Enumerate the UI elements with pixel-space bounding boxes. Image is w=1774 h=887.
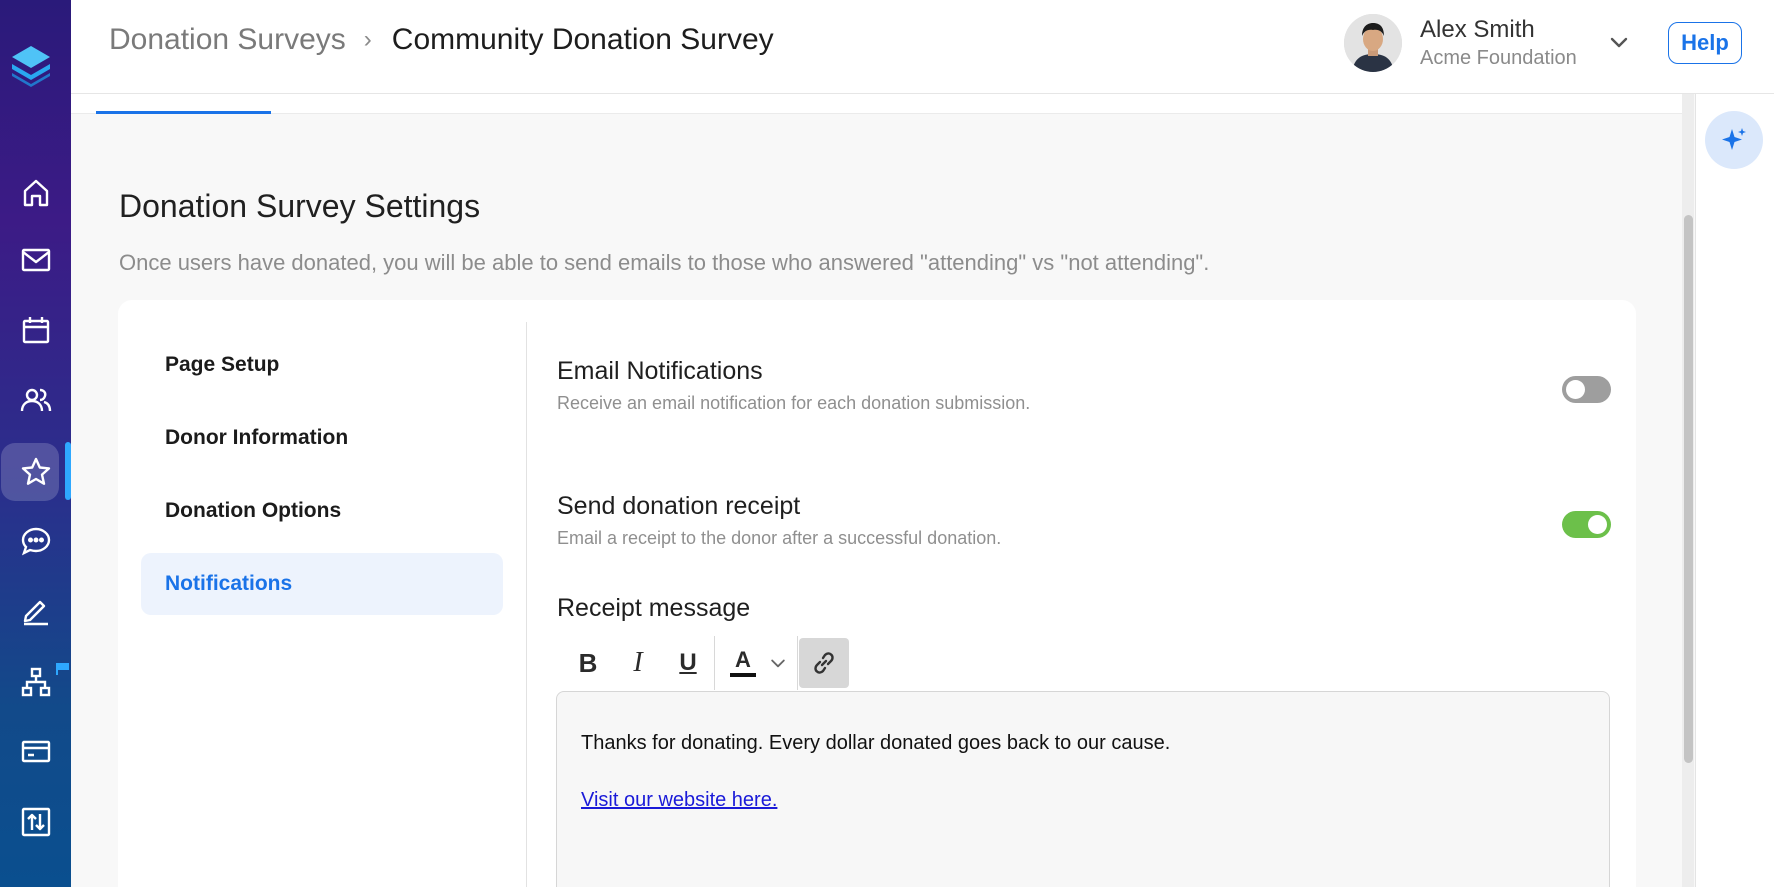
settings-menu-donation-options[interactable]: Donation Options bbox=[141, 480, 503, 542]
star-icon bbox=[21, 457, 50, 485]
active-tab-indicator bbox=[96, 111, 271, 114]
user-organization: Acme Foundation bbox=[1420, 47, 1577, 69]
user-avatar[interactable] bbox=[1344, 14, 1402, 72]
nav-transfer[interactable] bbox=[0, 792, 71, 852]
email-notifications-toggle[interactable] bbox=[1562, 376, 1611, 403]
breadcrumb-separator: › bbox=[363, 26, 372, 53]
link-icon bbox=[814, 652, 834, 674]
edit-icon bbox=[23, 600, 48, 626]
italic-button[interactable]: I bbox=[613, 638, 663, 688]
send-receipt-title: Send donation receipt bbox=[557, 492, 801, 520]
page-title: Donation Survey Settings bbox=[119, 188, 481, 224]
org-chart-icon bbox=[21, 667, 50, 697]
chevron-down-icon bbox=[771, 659, 785, 668]
italic-icon: I bbox=[633, 647, 643, 678]
text-color-swatch bbox=[730, 673, 756, 677]
bold-button[interactable]: B bbox=[563, 638, 613, 688]
avatar-image bbox=[1344, 14, 1402, 72]
text-color-icon: A bbox=[730, 649, 756, 677]
toolbar-separator bbox=[714, 636, 715, 690]
chat-icon bbox=[21, 527, 50, 556]
underline-button[interactable]: U bbox=[663, 638, 713, 688]
send-receipt-toggle[interactable] bbox=[1562, 511, 1611, 538]
bold-icon: B bbox=[578, 647, 598, 678]
tab-strip bbox=[71, 94, 1682, 114]
app-logo-icon[interactable] bbox=[10, 44, 52, 88]
sparkle-icon bbox=[1722, 128, 1746, 150]
page-description: Once users have donated, you will be abl… bbox=[119, 250, 1210, 275]
link-button[interactable] bbox=[799, 638, 849, 688]
transfer-icon bbox=[21, 807, 50, 837]
card-icon bbox=[21, 740, 50, 763]
text-color-button[interactable]: A bbox=[716, 638, 796, 688]
breadcrumb-current: Community Donation Survey bbox=[391, 23, 774, 56]
receipt-message-label: Receipt message bbox=[557, 594, 751, 622]
underline-icon: U bbox=[679, 649, 697, 676]
nav-org-chart[interactable] bbox=[0, 652, 71, 712]
toggle-knob bbox=[1588, 515, 1607, 534]
breadcrumb-parent-link[interactable]: Donation Surveys bbox=[109, 23, 346, 57]
nav-calendar[interactable] bbox=[0, 300, 71, 360]
nav-favorites[interactable] bbox=[0, 442, 71, 502]
settings-menu-donor-information[interactable]: Donor Information bbox=[141, 407, 503, 469]
top-header: Donation Surveys › Community Donation Su… bbox=[71, 0, 1774, 94]
people-icon bbox=[20, 388, 51, 412]
nav-mail[interactable] bbox=[0, 230, 71, 290]
nav-home[interactable] bbox=[0, 163, 71, 223]
text-color-glyph: A bbox=[735, 647, 751, 672]
nav-edit[interactable] bbox=[0, 580, 71, 640]
toggle-knob bbox=[1566, 380, 1585, 399]
receipt-message-body[interactable]: Thanks for donating. Every dollar donate… bbox=[581, 732, 1170, 755]
calendar-icon bbox=[22, 317, 49, 344]
chevron-down-icon[interactable] bbox=[1607, 30, 1631, 54]
receipt-message-link[interactable]: Visit our website here. bbox=[581, 789, 777, 812]
send-receipt-description: Email a receipt to the donor after a suc… bbox=[557, 528, 1002, 548]
settings-menu-page-setup[interactable]: Page Setup bbox=[141, 334, 503, 396]
breadcrumb: Donation Surveys › Community Donation Su… bbox=[109, 20, 774, 60]
mail-icon bbox=[21, 248, 50, 272]
nav-people[interactable] bbox=[0, 370, 71, 430]
settings-menu-notifications[interactable]: Notifications bbox=[141, 553, 503, 615]
assistant-panel bbox=[1695, 94, 1774, 887]
email-notifications-description: Receive an email notification for each d… bbox=[557, 393, 1031, 413]
scrollbar-thumb[interactable] bbox=[1684, 215, 1693, 763]
nav-chat[interactable] bbox=[0, 511, 71, 571]
home-icon bbox=[23, 179, 48, 207]
settings-divider bbox=[526, 322, 527, 887]
email-notifications-title: Email Notifications bbox=[557, 357, 763, 385]
nav-rail bbox=[0, 0, 71, 887]
nav-active-marker bbox=[65, 442, 71, 500]
help-button[interactable]: Help bbox=[1668, 22, 1742, 64]
toolbar-separator bbox=[797, 636, 798, 690]
flag-icon bbox=[56, 663, 69, 675]
assistant-button[interactable] bbox=[1705, 111, 1763, 169]
editor-toolbar: B I U A bbox=[563, 636, 849, 690]
nav-billing[interactable] bbox=[0, 721, 71, 781]
user-name: Alex Smith bbox=[1420, 16, 1535, 43]
